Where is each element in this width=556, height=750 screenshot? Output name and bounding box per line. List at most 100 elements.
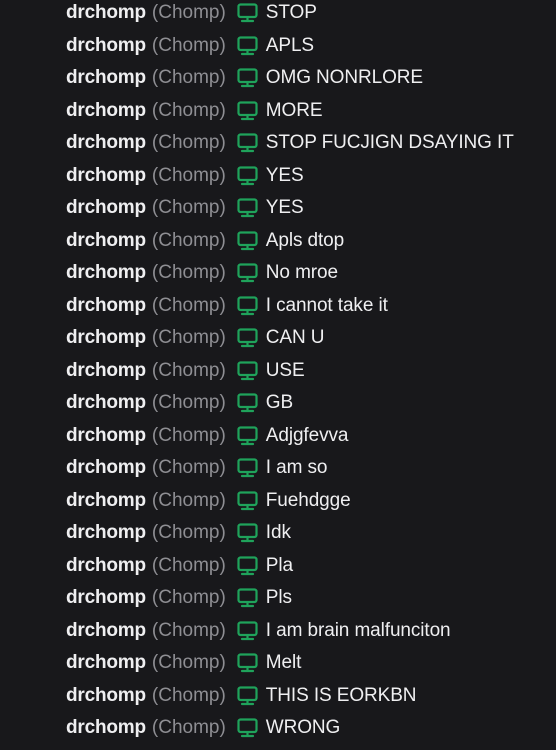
message-username[interactable]: drchomp: [66, 228, 146, 254]
chat-message: drchomp (Chomp) Pls: [66, 585, 292, 611]
chat-message: drchomp (Chomp) STOP: [66, 0, 317, 26]
desktop-icon: [226, 620, 266, 641]
message-text: I am so: [265, 457, 328, 478]
chat-message: drchomp (Chomp) THIS IS EORKBN: [66, 683, 417, 709]
desktop-icon: [226, 523, 266, 543]
desktop-icon: [226, 653, 266, 673]
message-text: STOP FUCJIGN DSAYING IT: [265, 132, 514, 153]
chat-message: drchomp (Chomp) YES: [66, 163, 304, 189]
message-text: No mroe: [265, 262, 338, 283]
message-display-name: (Chomp): [151, 392, 226, 413]
message-display-name: (Chomp): [151, 67, 226, 88]
chat-message: drchomp (Chomp) USE: [66, 358, 305, 384]
message-text: Idk: [265, 522, 291, 543]
message-display-name: (Chomp): [151, 587, 226, 608]
message-display-name: (Chomp): [151, 327, 226, 348]
chat-message: drchomp (Chomp) WRONG: [66, 715, 340, 741]
message-text: CAN U: [265, 327, 325, 348]
message-text: Fuehdgge: [265, 489, 351, 511]
chat-message: drchomp (Chomp) Idk: [66, 520, 291, 546]
chat-message: drchomp (Chomp) CAN U: [66, 325, 325, 351]
desktop-icon: [226, 165, 266, 186]
message-display-name: (Chomp): [151, 294, 226, 316]
message-text: USE: [265, 359, 305, 381]
message-username[interactable]: drchomp: [66, 585, 146, 611]
message-username[interactable]: drchomp: [66, 683, 146, 709]
chat-message: drchomp (Chomp) Melt: [66, 650, 301, 676]
desktop-icon: [226, 3, 266, 23]
chat-message: drchomp (Chomp) STOP FUCJIGN DSAYING IT: [66, 130, 514, 156]
message-username[interactable]: drchomp: [66, 98, 146, 124]
desktop-icon: [226, 100, 266, 121]
chat-log: drchomp (Chomp) STOP drchomp (Chomp) APLS drch…: [0, 0, 556, 750]
message-username[interactable]: drchomp: [66, 390, 146, 416]
message-text: I cannot take it: [265, 294, 388, 316]
message-display-name: (Chomp): [151, 457, 226, 478]
message-display-name: (Chomp): [151, 717, 226, 738]
message-username[interactable]: drchomp: [66, 65, 146, 91]
desktop-icon: [226, 555, 266, 576]
message-text: Apls dtop: [265, 229, 345, 251]
message-username[interactable]: drchomp: [66, 715, 146, 741]
message-display-name: (Chomp): [151, 619, 226, 641]
desktop-icon: [226, 718, 266, 738]
chat-message: drchomp (Chomp) GB: [66, 390, 293, 416]
message-display-name: (Chomp): [151, 34, 226, 56]
message-display-name: (Chomp): [151, 197, 226, 218]
message-username[interactable]: drchomp: [66, 618, 146, 644]
message-text: GB: [265, 392, 294, 413]
message-username[interactable]: drchomp: [66, 293, 146, 319]
desktop-icon: [226, 230, 266, 251]
chat-message: drchomp (Chomp) I cannot take it: [66, 293, 388, 319]
chat-message: drchomp (Chomp) YES: [66, 195, 304, 221]
message-text: YES: [265, 197, 304, 218]
desktop-icon: [226, 328, 266, 348]
message-username[interactable]: drchomp: [66, 455, 146, 481]
message-text: STOP: [265, 2, 317, 23]
message-display-name: (Chomp): [151, 262, 226, 283]
desktop-icon: [226, 295, 266, 316]
desktop-icon: [226, 263, 266, 283]
message-username[interactable]: drchomp: [66, 260, 146, 286]
message-display-name: (Chomp): [151, 229, 226, 251]
desktop-icon: [226, 68, 266, 88]
message-text: Pls: [265, 587, 292, 608]
message-text: WRONG: [265, 717, 341, 738]
chat-message: drchomp (Chomp) OMG NONRLORE: [66, 65, 423, 91]
message-username[interactable]: drchomp: [66, 0, 146, 26]
message-username[interactable]: drchomp: [66, 33, 146, 59]
desktop-icon: [226, 133, 266, 153]
message-display-name: (Chomp): [151, 99, 226, 121]
message-text: THIS IS EORKBN: [265, 684, 417, 706]
chat-message: drchomp (Chomp) Apls dtop: [66, 228, 344, 254]
message-display-name: (Chomp): [151, 522, 226, 543]
message-text: MORE: [265, 99, 323, 121]
message-username[interactable]: drchomp: [66, 163, 146, 189]
message-username[interactable]: drchomp: [66, 553, 146, 579]
message-username[interactable]: drchomp: [66, 650, 146, 676]
message-display-name: (Chomp): [151, 652, 226, 673]
message-username[interactable]: drchomp: [66, 130, 146, 156]
message-username[interactable]: drchomp: [66, 358, 146, 384]
chat-message: drchomp (Chomp) Adjgfevva: [66, 423, 348, 449]
message-display-name: (Chomp): [151, 164, 226, 186]
message-display-name: (Chomp): [151, 132, 226, 153]
chat-message: drchomp (Chomp) APLS: [66, 33, 314, 59]
chat-message: drchomp (Chomp) MORE: [66, 98, 323, 124]
desktop-icon: [226, 685, 266, 706]
desktop-icon: [226, 360, 266, 381]
message-username[interactable]: drchomp: [66, 195, 146, 221]
chat-message: drchomp (Chomp) I am so: [66, 455, 328, 481]
message-text: I am brain malfunciton: [265, 619, 451, 641]
message-text: YES: [265, 164, 304, 186]
message-username[interactable]: drchomp: [66, 423, 146, 449]
message-username[interactable]: drchomp: [66, 325, 146, 351]
desktop-icon: [226, 393, 266, 413]
chat-message: drchomp (Chomp) Pla: [66, 553, 293, 579]
message-username[interactable]: drchomp: [66, 488, 146, 514]
message-username[interactable]: drchomp: [66, 520, 146, 546]
desktop-icon: [226, 458, 266, 478]
desktop-icon: [226, 490, 266, 511]
message-text: APLS: [265, 34, 314, 56]
message-text: Melt: [265, 652, 302, 673]
